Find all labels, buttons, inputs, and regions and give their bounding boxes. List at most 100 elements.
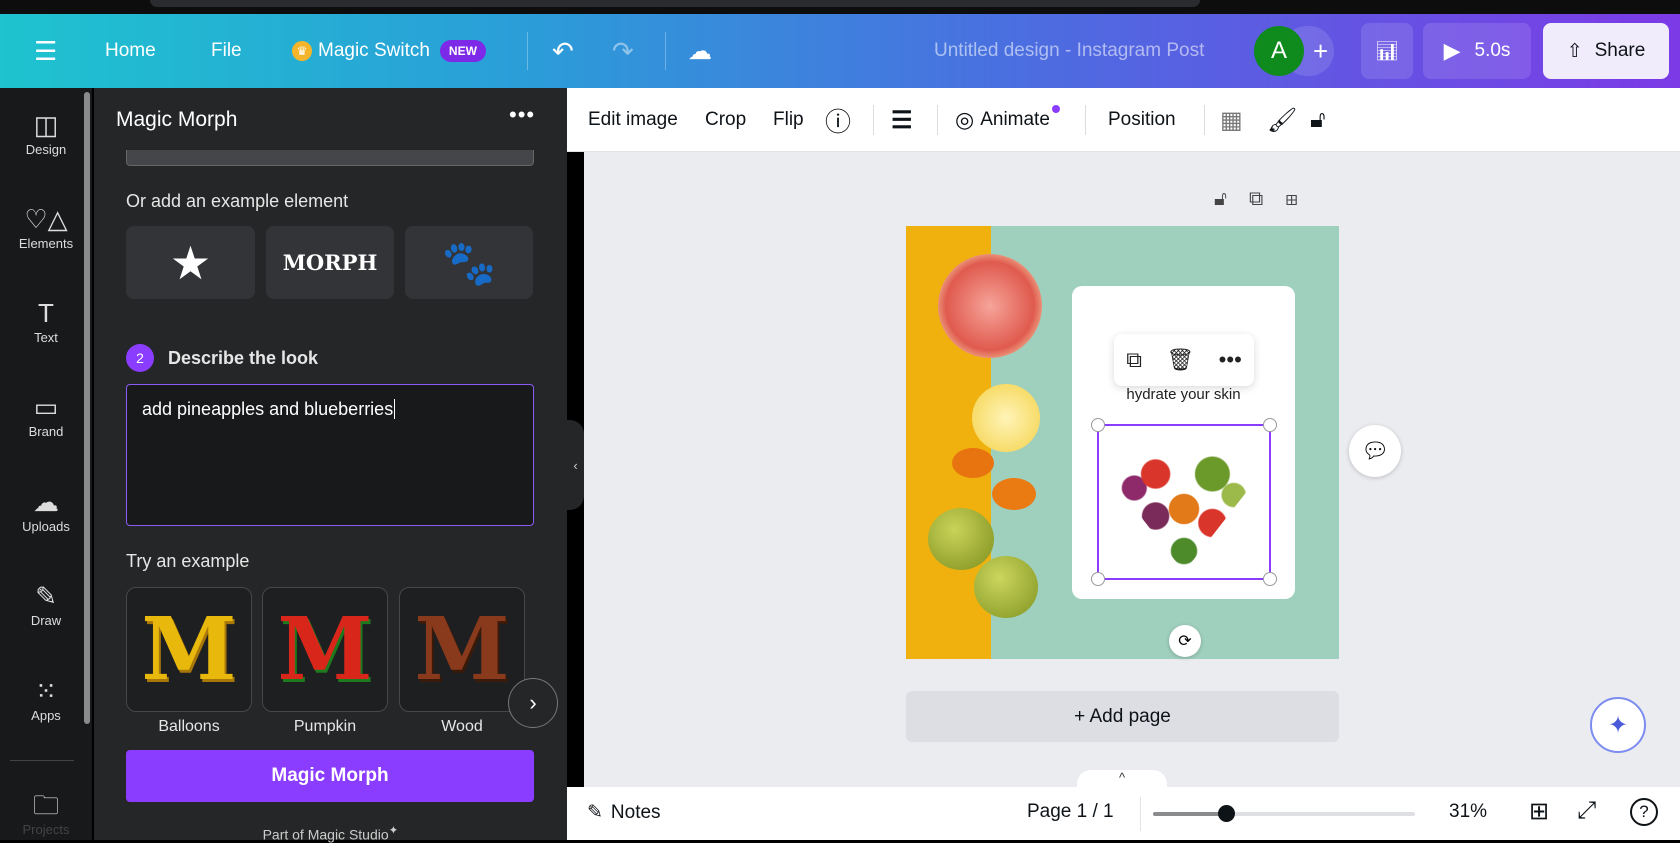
- help-icon[interactable]: ?: [1630, 798, 1658, 826]
- magic-switch-label: Magic Switch: [318, 40, 430, 61]
- sidebar-label: Uploads: [22, 519, 70, 534]
- example-balloons[interactable]: M: [126, 587, 252, 712]
- present-button[interactable]: ▶ 5.0s: [1423, 23, 1531, 79]
- cloud-saved-icon[interactable]: ☁: [688, 14, 712, 88]
- layout-icon: ◫: [33, 110, 59, 140]
- example-pumpkin[interactable]: M: [262, 587, 388, 712]
- redo-icon[interactable]: ↷: [612, 14, 634, 88]
- sidebar-item-apps[interactable]: ⁙ Apps: [0, 674, 92, 723]
- magic-switch-button[interactable]: ♛ Magic Switch NEW: [292, 14, 486, 88]
- grapefruit-image: [938, 254, 1042, 358]
- sidebar-item-design[interactable]: ◫ Design: [0, 108, 92, 157]
- new-badge: NEW: [439, 40, 486, 62]
- uploaded-element-preview[interactable]: [126, 150, 534, 166]
- zoom-slider-thumb[interactable]: [1218, 805, 1236, 822]
- magic-assistant-button[interactable]: ✦: [1590, 697, 1646, 753]
- more-icon[interactable]: •••: [1219, 347, 1242, 373]
- brand-icon: ▭: [33, 392, 59, 422]
- sparkle-icon: ✦: [1607, 711, 1629, 739]
- add-page-button[interactable]: + Add page: [906, 691, 1339, 742]
- sidebar-scrollbar[interactable]: [84, 92, 90, 724]
- flip-button[interactable]: Flip: [773, 88, 804, 152]
- notification-dot: [1051, 105, 1060, 113]
- resize-handle[interactable]: [1091, 572, 1105, 586]
- card-text[interactable]: hydrate your skin: [1072, 386, 1295, 403]
- sidebar-item-elements[interactable]: ♡△ Elements: [0, 202, 92, 251]
- trash-icon[interactable]: 🗑︎: [1166, 347, 1194, 373]
- folder-icon: 🗀︎: [32, 790, 59, 820]
- example-label: Balloons: [158, 718, 220, 735]
- prompt-textarea[interactable]: add pineapples and blueberries: [126, 384, 534, 526]
- divider: [1085, 105, 1086, 135]
- design-title[interactable]: Untitled design - Instagram Post: [934, 14, 1204, 88]
- resize-handle[interactable]: [1263, 572, 1277, 586]
- resize-handle[interactable]: [1091, 418, 1105, 432]
- file-menu[interactable]: File: [211, 14, 242, 88]
- animate-button[interactable]: ◎ Animate: [955, 88, 1060, 152]
- context-toolbar: Edit image Crop Flip ⓘ ☰ ◎ Animate Positi…: [567, 88, 1680, 152]
- lime-image: [928, 508, 994, 570]
- lock-icon[interactable]: 🔓︎: [1310, 88, 1326, 152]
- sidebar-label: Elements: [18, 236, 74, 251]
- position-button[interactable]: Position: [1108, 88, 1176, 152]
- edit-image-button[interactable]: Edit image: [588, 88, 678, 152]
- resize-handle[interactable]: [1263, 418, 1277, 432]
- header: ☰ Home File ♛ Magic Switch NEW ↶ ↷ ☁ Unt…: [0, 14, 1680, 88]
- fullscreen-icon[interactable]: ⤢: [1577, 797, 1596, 825]
- sidebar-item-brand[interactable]: ▭ Brand: [0, 390, 92, 439]
- zoom-level[interactable]: 31%: [1449, 801, 1487, 823]
- crop-button[interactable]: Crop: [705, 88, 746, 152]
- play-icon: ▶: [1443, 38, 1461, 63]
- zoom-slider[interactable]: [1153, 805, 1415, 822]
- add-collaborator-icon[interactable]: +: [1313, 14, 1328, 88]
- transparency-icon[interactable]: ▦: [1220, 88, 1243, 152]
- share-label: Share: [1594, 40, 1646, 61]
- animate-label: Animate: [980, 109, 1050, 130]
- sidebar-item-uploads[interactable]: ☁ Uploads: [0, 485, 92, 534]
- divider: [665, 32, 666, 70]
- insights-button[interactable]: 📊︎: [1361, 23, 1413, 79]
- share-button[interactable]: ⇧ Share: [1543, 23, 1669, 79]
- window-top-bar: [0, 0, 1680, 14]
- bottom-bar: ✎ Notes Page 1 / 1 31% ⊞ ⤢ ?: [567, 787, 1680, 840]
- sidebar-item-text[interactable]: T Text: [0, 296, 92, 345]
- collapse-panel-handle[interactable]: ‹: [567, 420, 584, 510]
- notes-label: Notes: [610, 802, 661, 823]
- selected-image-vegetable-heart[interactable]: [1091, 418, 1277, 586]
- sidebar-item-draw[interactable]: ✎ Draw: [0, 579, 92, 628]
- info-icon[interactable]: ⓘ: [825, 88, 851, 152]
- page-indicator[interactable]: Page 1 / 1: [1027, 801, 1114, 823]
- more-options-icon[interactable]: •••: [509, 102, 535, 128]
- example-label: Pumpkin: [293, 718, 357, 735]
- add-comment-button[interactable]: 💬︎: [1349, 425, 1401, 477]
- menu-icon[interactable]: ☰: [34, 14, 57, 88]
- add-page-icon[interactable]: ⊞: [1285, 188, 1320, 210]
- divider: [1140, 797, 1141, 831]
- magic-morph-button[interactable]: Magic Morph: [126, 750, 534, 802]
- morph-text-example-tile[interactable]: MORPH: [266, 226, 394, 299]
- animate-icon: ◎: [955, 107, 975, 132]
- notes-button[interactable]: ✎ Notes: [587, 801, 661, 824]
- rotate-handle[interactable]: ⟳: [1169, 625, 1201, 657]
- crown-icon: ♛: [292, 41, 312, 61]
- duplicate-icon[interactable]: ⧉: [1126, 347, 1142, 373]
- paw-example-tile[interactable]: 🐾: [405, 226, 533, 299]
- duplicate-page-icon[interactable]: ⧉: [1249, 188, 1285, 210]
- cloud-upload-icon: ☁: [33, 487, 59, 517]
- sidebar-rail: ◫ Design ♡△ Elements T Text ▭ Brand ☁ Uploads…: [0, 88, 92, 840]
- chevron-up-icon: ^: [1118, 770, 1126, 785]
- share-icon: ⇧: [1566, 40, 1583, 62]
- paint-roller-icon[interactable]: 🖌︎: [1267, 88, 1297, 152]
- unlock-icon[interactable]: 🔓︎: [1214, 188, 1249, 210]
- example-wood[interactable]: M: [399, 587, 525, 712]
- grid-view-icon[interactable]: ⊞: [1529, 797, 1549, 826]
- prompt-value: add pineapples and blueberries: [142, 399, 394, 419]
- bar-chart-icon: 📊︎: [1374, 41, 1400, 62]
- avatar[interactable]: A: [1254, 26, 1304, 76]
- sidebar-item-projects[interactable]: 🗀︎ Projects: [0, 788, 92, 837]
- star-example-tile[interactable]: ★: [126, 226, 255, 299]
- undo-icon[interactable]: ↶: [552, 14, 574, 88]
- panel-title: Magic Morph: [116, 108, 238, 131]
- home-link[interactable]: Home: [105, 14, 156, 88]
- border-style-icon[interactable]: ☰: [891, 88, 913, 152]
